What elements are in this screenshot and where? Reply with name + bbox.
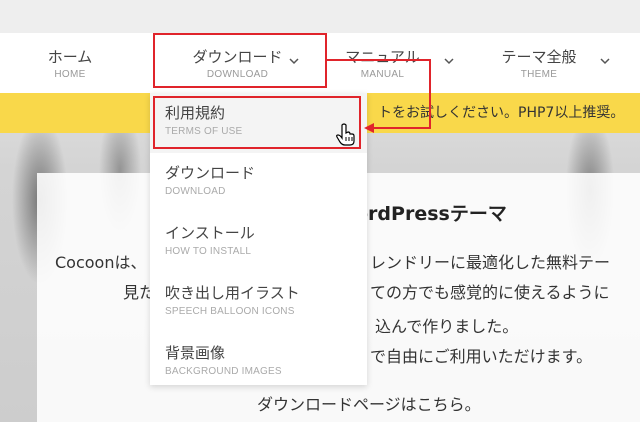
dropdown-item-speech-balloon[interactable]: 吹き出し用イラスト SPEECH BALLOON ICONS [150, 273, 367, 333]
hand-pointer-icon [336, 123, 355, 146]
nav-item-theme[interactable]: テーマ全般 THEME [478, 33, 610, 93]
card-text-line: Cocoonは、 [55, 253, 147, 272]
chevron-down-icon [598, 55, 612, 69]
nav-item-manual[interactable]: マニュアル MANUAL [325, 33, 454, 93]
nav-label: ホーム [47, 47, 93, 66]
dropdown-item-label: インストール [165, 224, 255, 242]
notice-text: トをお試しください。PHP7以上推奨。 [378, 105, 625, 121]
dropdown-item-label: ダウンロード [165, 164, 256, 182]
dropdown-item-download[interactable]: ダウンロード DOWNLOAD [150, 153, 367, 213]
dropdown-item-sublabel: DOWNLOAD [165, 186, 226, 197]
nav-item-home[interactable]: ホーム HOME [0, 33, 140, 93]
highlight-box-download-nav [153, 33, 327, 88]
highlight-box-terms-item [153, 96, 361, 149]
card-text-line: ての方でも感覚的に使えるように [370, 283, 610, 302]
card-text-line: で自由にご利用いただけます。 [370, 347, 593, 366]
card-title: ordPressテーマ [355, 203, 507, 225]
download-page-link[interactable]: ダウンロードページはこちら。 [257, 391, 481, 415]
card-text-line: レンドリーに最適化した無料テー [370, 253, 611, 272]
nav-label: マニュアル [345, 47, 420, 66]
top-strip [0, 0, 640, 33]
dropdown-item-sublabel: BACKGROUND IMAGES [165, 366, 282, 377]
dropdown-item-label: 吹き出し用イラスト [165, 284, 300, 302]
chevron-down-icon [442, 55, 456, 69]
dropdown-item-install[interactable]: インストール HOW TO INSTALL [150, 213, 367, 273]
nav-sublabel: THEME [520, 68, 558, 80]
dropdown-item-sublabel: HOW TO INSTALL [165, 246, 252, 257]
nav-sublabel: HOME [54, 68, 86, 80]
dropdown-item-label: 背景画像 [165, 344, 226, 362]
card-text-line: 込んで作りました。 [375, 317, 519, 336]
nav-label: テーマ全般 [501, 47, 577, 66]
dropdown-item-sublabel: SPEECH BALLOON ICONS [165, 306, 295, 317]
dropdown-item-background[interactable]: 背景画像 BACKGROUND IMAGES [150, 333, 367, 393]
nav-sublabel: MANUAL [360, 68, 405, 80]
